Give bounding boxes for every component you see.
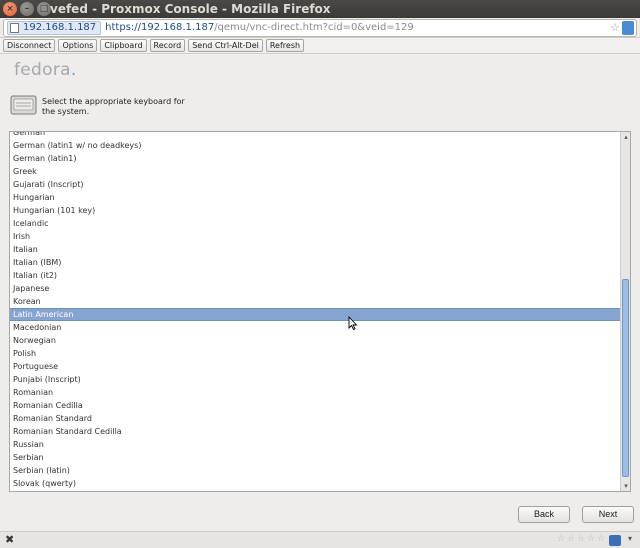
list-item[interactable]: Irish — [10, 230, 621, 243]
addon-icon[interactable] — [609, 535, 621, 546]
scroll-down-arrow-icon[interactable]: ▾ — [621, 481, 630, 491]
window-title: vefed - Proxmox Console - Mozilla Firefo… — [50, 2, 331, 16]
window-titlebar: × – □ vefed - Proxmox Console - Mozilla … — [0, 0, 640, 18]
window-controls: × – □ — [3, 2, 51, 16]
status-bar: ✖ ☆ ☆ ☆ ☆ ☆ ▾ — [0, 531, 640, 548]
close-icon[interactable]: ✖ — [5, 533, 14, 546]
list-item[interactable]: Slovak (qwerty) — [10, 477, 621, 490]
keyboard-icon — [10, 95, 37, 115]
bookmark-star-icon[interactable]: ☆ — [610, 20, 620, 36]
list-item[interactable]: Greek — [10, 165, 621, 178]
back-button[interactable]: Back — [518, 506, 570, 523]
list-item[interactable]: German (latin1 w/ no deadkeys) — [10, 139, 621, 152]
list-item[interactable]: Serbian — [10, 451, 621, 464]
logo-text: fedora — [14, 60, 71, 80]
options-button[interactable]: Options — [58, 39, 98, 52]
vnc-toolbar: Disconnect Options Clipboard Record Send… — [0, 38, 640, 54]
disconnect-button[interactable]: Disconnect — [3, 39, 56, 52]
logo-dot: . — [70, 60, 77, 80]
star-icon[interactable]: ☆ — [567, 535, 576, 544]
close-icon: × — [6, 3, 14, 14]
rating-stars[interactable]: ☆ ☆ ☆ ☆ ☆ — [557, 535, 606, 544]
maximize-icon: □ — [39, 3, 49, 14]
list-item[interactable]: Korean — [10, 295, 621, 308]
list-item[interactable]: Norwegian — [10, 334, 621, 347]
list-item[interactable]: Italian (it2) — [10, 269, 621, 282]
chevron-down-icon[interactable]: ▾ — [628, 534, 632, 543]
list-item[interactable]: German (latin1) — [10, 152, 621, 165]
star-icon[interactable]: ☆ — [597, 535, 606, 544]
scroll-up-arrow-icon[interactable]: ▴ — [621, 132, 630, 142]
send-ctrl-alt-del-button[interactable]: Send Ctrl-Alt-Del — [188, 39, 263, 52]
list-item[interactable]: Italian (IBM) — [10, 256, 621, 269]
fedora-logo: fedora. — [14, 60, 77, 80]
list-item[interactable]: German — [10, 132, 621, 139]
star-icon[interactable]: ☆ — [587, 535, 596, 544]
vertical-scrollbar[interactable]: ▴ ▾ — [620, 132, 630, 491]
list-item[interactable]: Serbian (latin) — [10, 464, 621, 477]
list-item[interactable]: Hungarian — [10, 191, 621, 204]
page-icon — [10, 23, 19, 33]
mouse-cursor-icon — [348, 316, 358, 330]
list-item[interactable]: Macedonian — [10, 321, 621, 334]
navigation-bar: 192.168.1.187 https://192.168.1.187/qemu… — [0, 18, 640, 38]
window-maximize-button[interactable]: □ — [37, 2, 51, 16]
keyboard-layout-list[interactable]: German German (latin1 w/ no deadkeys) Germ… — [9, 131, 631, 492]
address-bar[interactable]: 192.168.1.187 https://192.168.1.187/qemu… — [3, 19, 637, 37]
scrollbar-thumb[interactable] — [622, 279, 629, 477]
list-item[interactable]: Italian — [10, 243, 621, 256]
list-item[interactable]: Romanian Cedilla — [10, 399, 621, 412]
clipboard-button[interactable]: Clipboard — [100, 39, 147, 52]
refresh-button[interactable]: Refresh — [265, 39, 305, 52]
go-arrow-icon[interactable] — [622, 21, 634, 35]
layout-list-body: German German (latin1 w/ no deadkeys) Germ… — [10, 132, 621, 490]
list-item[interactable]: Romanian Standard — [10, 412, 621, 425]
record-button[interactable]: Record — [149, 39, 186, 52]
url-host: https://192.168.1.187 — [105, 22, 215, 33]
list-item[interactable]: Hungarian (101 key) — [10, 204, 621, 217]
star-icon[interactable]: ☆ — [557, 535, 566, 544]
list-item[interactable]: Icelandic — [10, 217, 621, 230]
site-identity-button[interactable]: 192.168.1.187 — [7, 21, 102, 35]
list-item[interactable]: Romanian — [10, 386, 621, 399]
list-item[interactable]: Romanian Standard Cedilla — [10, 425, 621, 438]
list-item[interactable]: Polish — [10, 347, 621, 360]
vnc-screen[interactable]: fedora. Select the appropriate keyboard … — [0, 55, 640, 531]
list-item[interactable]: Latin American — [10, 308, 621, 321]
list-item[interactable]: Punjabi (Inscript) — [10, 373, 621, 386]
url-path: /qemu/vnc-direct.htm?cid=0&veid=129 — [214, 22, 414, 33]
minimize-icon: – — [24, 3, 30, 14]
list-item[interactable]: Japanese — [10, 282, 621, 295]
star-icon[interactable]: ☆ — [577, 535, 586, 544]
window-minimize-button[interactable]: – — [20, 2, 34, 16]
list-item[interactable]: Gujarati (Inscript) — [10, 178, 621, 191]
instruction-text: Select the appropriate keyboard for the … — [42, 97, 185, 116]
next-button[interactable]: Next — [582, 506, 634, 523]
site-identity-label: 192.168.1.187 — [23, 22, 97, 33]
window-close-button[interactable]: × — [3, 2, 17, 16]
list-item[interactable]: Russian — [10, 438, 621, 451]
list-item[interactable]: Portuguese — [10, 360, 621, 373]
